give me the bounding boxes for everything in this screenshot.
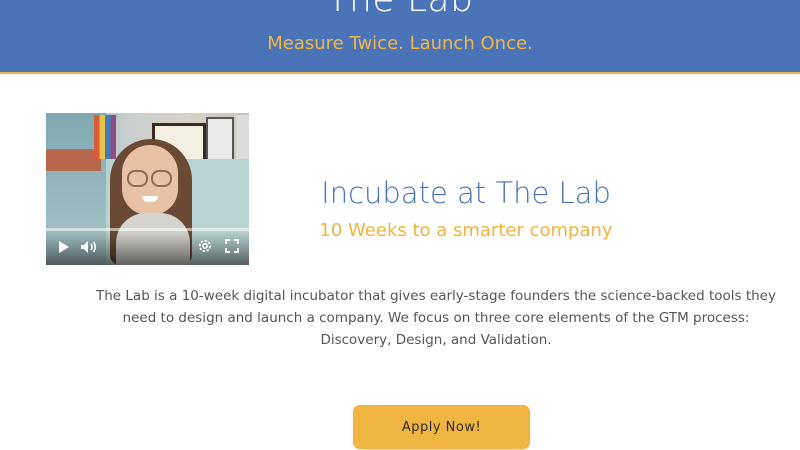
presenter-figure [151, 170, 172, 187]
section-subtitle: 10 Weeks to a smarter company [319, 220, 613, 241]
intro-video-player[interactable] [46, 113, 249, 265]
video-background [206, 117, 234, 161]
play-icon[interactable] [56, 239, 70, 253]
site-tagline: Measure Twice. Launch Once. [267, 33, 533, 54]
apply-now-button[interactable]: Apply Now! [353, 405, 530, 449]
site-title: The Lab [0, 0, 800, 22]
video-background [236, 115, 249, 159]
program-description: The Lab is a 10-week digital incubator t… [96, 288, 776, 348]
video-progress-bar[interactable] [46, 228, 249, 231]
video-background [94, 115, 116, 159]
section-title: Incubate at The Lab [321, 176, 611, 210]
settings-icon[interactable] [197, 238, 213, 254]
video-controls-bar [46, 231, 249, 265]
fullscreen-icon[interactable] [224, 238, 240, 254]
presenter-figure [127, 170, 148, 187]
video-background [46, 149, 101, 171]
volume-icon[interactable] [80, 239, 98, 253]
site-header: The Lab Measure Twice. Launch Once. [0, 0, 800, 74]
